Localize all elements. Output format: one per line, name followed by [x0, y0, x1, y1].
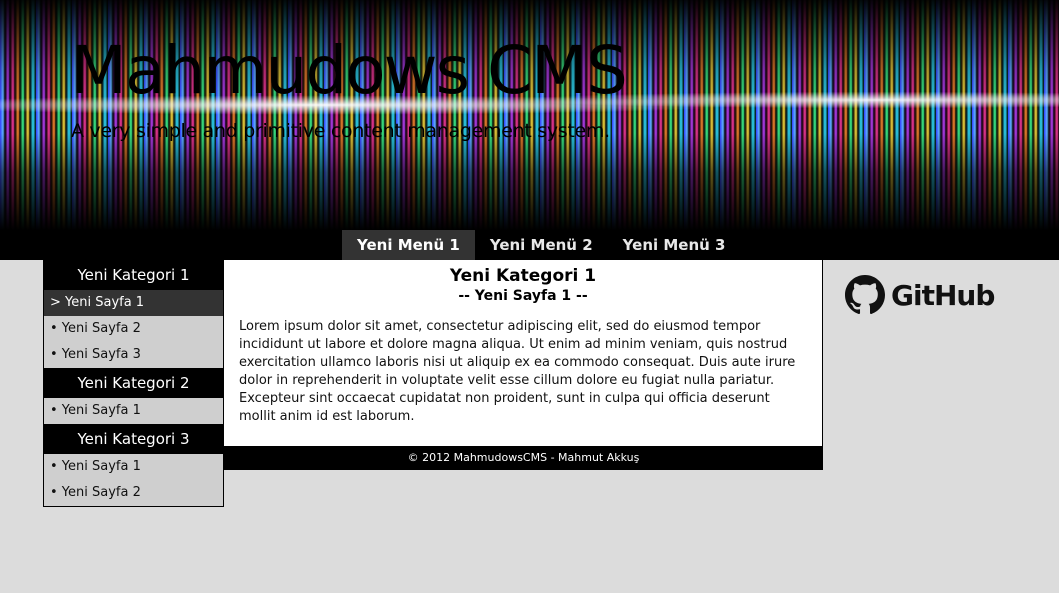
site-subtitle: A very simple and primitive content mana…	[71, 120, 610, 142]
top-nav: Yeni Menü 1 Yeni Menü 2 Yeni Menü 3	[342, 230, 740, 260]
category-heading-3[interactable]: Yeni Kategori 3	[44, 424, 223, 454]
main-content: Yeni Kategori 1 -- Yeni Sayfa 1 -- Lorem…	[224, 260, 823, 446]
sidebar-page-link[interactable]: • Yeni Sayfa 1	[44, 398, 223, 424]
sidebar-page-link[interactable]: • Yeni Sayfa 2	[44, 480, 223, 506]
site-title[interactable]: Mahmudows CMS	[70, 38, 628, 104]
category-heading-2[interactable]: Yeni Kategori 2	[44, 368, 223, 398]
sidebar: Yeni Kategori 1 > Yeni Sayfa 1 • Yeni Sa…	[43, 260, 224, 507]
sidebar-page-link[interactable]: • Yeni Sayfa 2	[44, 316, 223, 342]
content-page-title: -- Yeni Sayfa 1 --	[458, 288, 588, 304]
category-heading-1[interactable]: Yeni Kategori 1	[44, 260, 223, 290]
sidebar-page-link[interactable]: • Yeni Sayfa 1	[44, 454, 223, 480]
nav-item-menu-2[interactable]: Yeni Menü 2	[475, 230, 608, 260]
sidebar-page-link[interactable]: > Yeni Sayfa 1	[44, 290, 223, 316]
github-link[interactable]: GitHub	[845, 275, 995, 315]
content-category-title: Yeni Kategori 1	[449, 266, 597, 286]
github-label: GitHub	[891, 278, 995, 312]
content-body: Lorem ipsum dolor sit amet, consectetur …	[239, 319, 796, 424]
nav-item-menu-1[interactable]: Yeni Menü 1	[342, 230, 475, 260]
nav-item-menu-3[interactable]: Yeni Menü 3	[608, 230, 741, 260]
footer: © 2012 MahmudowsCMS - Mahmut Akkuş	[224, 446, 823, 470]
header-banner: Mahmudows CMS A very simple and primitiv…	[0, 0, 1059, 230]
sidebar-page-link[interactable]: • Yeni Sayfa 3	[44, 342, 223, 368]
github-octocat-icon	[845, 275, 885, 315]
